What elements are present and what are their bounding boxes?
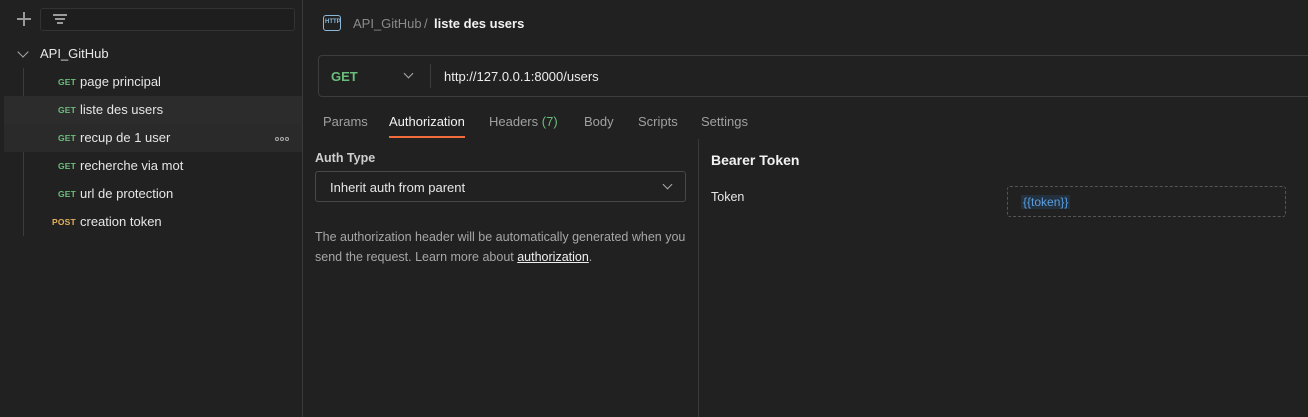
auth-description: The authorization header will be automat… [315,227,690,267]
auth-description-text: The authorization header will be automat… [315,230,686,264]
panel-divider[interactable] [698,139,699,417]
method-badge: POST [52,217,76,227]
tab-params[interactable]: Params [323,114,368,129]
method-badge: GET [58,161,77,171]
tab-scripts[interactable]: Scripts [638,114,678,129]
request-item[interactable]: GET page principal [4,68,302,96]
request-name: recherche via mot [80,158,184,173]
breadcrumb-parent[interactable]: API_GitHub [353,16,422,31]
request-name: page principal [80,74,161,89]
request-item[interactable]: GET url de protection [4,180,302,208]
request-name: creation token [80,214,162,229]
method-badge: GET [58,189,77,199]
chevron-down-icon[interactable] [17,46,29,58]
active-tab-indicator [389,136,465,138]
breadcrumb-separator: / [424,16,428,31]
request-item-active[interactable]: GET liste des users [4,96,302,124]
request-name: liste des users [80,102,164,117]
method-select[interactable]: GET [331,69,358,84]
tab-settings[interactable]: Settings [701,114,748,129]
token-variable: {{token}} [1021,195,1071,209]
tab-authorization[interactable]: Authorization [389,114,465,129]
auth-type-label: Auth Type [315,151,376,165]
request-editor: HTTP API_GitHub / liste des users GET ht… [303,0,1308,417]
tab-body[interactable]: Body [584,114,614,129]
tab-headers[interactable]: Headers (7) [489,114,558,129]
chevron-down-icon[interactable] [403,68,414,79]
auth-type-value: Inherit auth from parent [330,180,466,195]
bearer-token-title: Bearer Token [711,152,800,168]
filter-input[interactable] [40,8,295,31]
sidebar: API_GitHub GET page principal GET liste … [0,0,303,417]
http-icon-text: HTTP [325,19,341,25]
request-name: url de protection [80,186,174,201]
collection-name: API_GitHub [40,46,109,61]
url-input[interactable]: http://127.0.0.1:8000/users [444,69,599,84]
token-label: Token [711,190,745,204]
request-item[interactable]: POST creation token [4,208,302,236]
collection-item[interactable]: API_GitHub [0,42,302,66]
headers-count: (7) [541,114,558,129]
url-divider [430,64,431,88]
description-period: . [588,250,593,264]
chevron-down-icon [662,179,673,190]
request-item[interactable]: GET recup de 1 user [4,124,302,152]
add-icon[interactable] [15,10,33,28]
request-item[interactable]: GET recherche via mot [4,152,302,180]
method-badge: GET [58,105,77,115]
filter-icon[interactable] [53,14,67,25]
http-icon: HTTP [323,15,341,31]
breadcrumb-current[interactable]: liste des users [434,16,524,31]
authorization-link[interactable]: authorization [517,250,589,264]
method-badge: GET [58,77,77,87]
tab-headers-label: Headers [489,114,539,129]
request-name: recup de 1 user [80,130,171,145]
auth-type-select[interactable]: Inherit auth from parent [315,171,686,202]
url-bar: GET http://127.0.0.1:8000/users [318,55,1308,97]
token-input[interactable]: {{token}} [1007,186,1286,217]
more-options-icon[interactable] [275,137,289,141]
sidebar-toolbar [0,0,302,40]
method-badge: GET [58,133,77,143]
